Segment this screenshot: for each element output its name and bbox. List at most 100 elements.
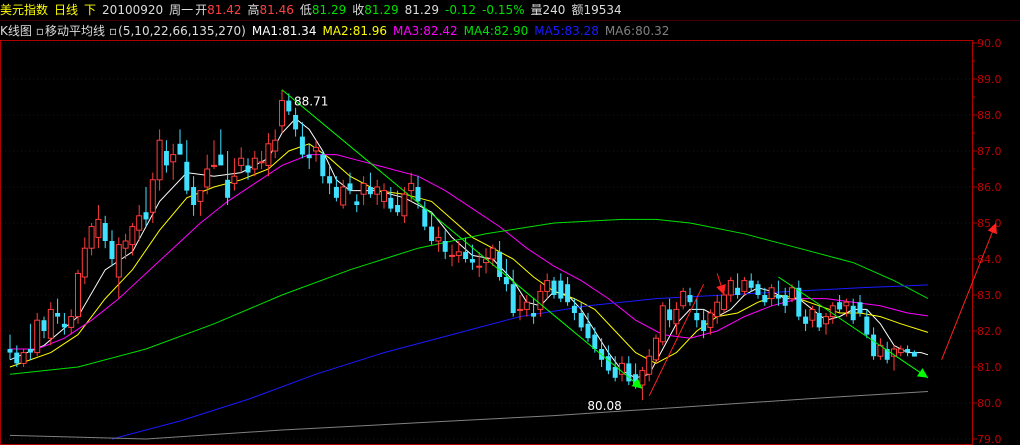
period-label[interactable]: 日线 bbox=[54, 3, 78, 17]
candle-up bbox=[714, 301, 721, 318]
candle-up bbox=[115, 244, 122, 278]
candle-down bbox=[612, 367, 618, 378]
candle-up bbox=[408, 182, 415, 192]
candle-up bbox=[238, 157, 245, 166]
high-label: 高 bbox=[247, 3, 260, 17]
low-value: 81.29 bbox=[311, 3, 347, 17]
candle-up bbox=[489, 247, 496, 260]
candle-up bbox=[272, 139, 279, 152]
chart-type-label[interactable]: K线图 bbox=[0, 24, 32, 38]
candle-down bbox=[551, 280, 557, 295]
candle-down bbox=[245, 165, 251, 173]
candle-up bbox=[523, 301, 530, 310]
candle-down bbox=[667, 309, 673, 321]
candle-up bbox=[897, 348, 904, 354]
candle-up bbox=[517, 308, 523, 311]
candle-up bbox=[721, 294, 727, 310]
candle-down bbox=[422, 208, 428, 227]
candle-up bbox=[768, 287, 775, 300]
candle-up bbox=[707, 312, 714, 328]
indicator-name[interactable]: 移动平均线 bbox=[45, 24, 105, 38]
candle-down bbox=[7, 349, 13, 353]
candle-up bbox=[374, 186, 381, 195]
candle-up bbox=[95, 218, 102, 238]
candle-down bbox=[14, 352, 20, 364]
candle-up bbox=[170, 154, 177, 163]
candle-down bbox=[347, 183, 353, 191]
candle-up bbox=[476, 265, 483, 268]
candle-down bbox=[762, 295, 768, 303]
candle-up bbox=[211, 164, 217, 167]
candle-down bbox=[354, 201, 360, 205]
candle-down bbox=[687, 295, 693, 303]
candle-down bbox=[102, 223, 108, 241]
candle-up bbox=[47, 308, 54, 339]
candle-down bbox=[109, 241, 115, 259]
amount-value: 19534 bbox=[583, 3, 622, 17]
candle-up bbox=[809, 308, 816, 321]
date-value: 20100920 bbox=[102, 3, 164, 17]
y-tick-label: 87.0 bbox=[977, 145, 1002, 158]
candle-down bbox=[578, 313, 584, 328]
candle-up bbox=[265, 143, 272, 166]
candlestick-chart[interactable]: 90.089.088.087.086.085.084.083.082.081.0… bbox=[0, 0, 1020, 445]
candle-down bbox=[61, 323, 67, 328]
candle-down bbox=[735, 287, 741, 295]
candle-down bbox=[558, 280, 564, 299]
candle-down bbox=[429, 226, 435, 241]
candle-up bbox=[381, 190, 387, 202]
candle-down bbox=[911, 351, 917, 357]
candle-down bbox=[748, 280, 754, 288]
open-value: 81.42 bbox=[207, 3, 242, 17]
candle-down bbox=[27, 349, 33, 353]
close-label: 收 bbox=[352, 3, 365, 17]
symbol-name[interactable]: 美元指数 bbox=[0, 3, 48, 17]
open-label: 开 bbox=[195, 3, 208, 17]
candle-up bbox=[34, 319, 41, 354]
candle-up bbox=[20, 352, 27, 364]
candle-down bbox=[571, 305, 577, 313]
candle-up bbox=[88, 226, 95, 249]
candle-down bbox=[701, 320, 707, 331]
candle-up bbox=[231, 175, 238, 184]
candle-down bbox=[585, 323, 591, 339]
high-value: 81.46 bbox=[259, 3, 294, 17]
indicator-params: (5,10,22,66,135,270) bbox=[118, 24, 246, 38]
candle-up bbox=[258, 161, 265, 164]
candle-down bbox=[388, 197, 394, 209]
candle-down bbox=[837, 302, 843, 310]
candle-down bbox=[218, 154, 224, 166]
candle-up bbox=[843, 301, 850, 307]
candle-up bbox=[401, 193, 408, 217]
y-tick-label: 84.0 bbox=[977, 253, 1002, 266]
candle-down bbox=[442, 241, 448, 252]
candle-up bbox=[673, 308, 680, 325]
indicator-settings-icon[interactable]: ▫ bbox=[109, 24, 117, 38]
candle-up bbox=[136, 215, 143, 231]
candle-down bbox=[143, 212, 149, 220]
y-tick-label: 81.0 bbox=[977, 361, 1002, 374]
y-tick-label: 89.0 bbox=[977, 73, 1002, 86]
indicator-toggle-icon[interactable]: ▫ bbox=[36, 24, 44, 38]
candle-up bbox=[122, 240, 129, 249]
candle-up bbox=[156, 139, 163, 181]
candle-up bbox=[340, 186, 347, 206]
candle-up bbox=[81, 247, 88, 278]
candle-down bbox=[469, 259, 475, 263]
candle-up bbox=[449, 254, 455, 257]
ma1-label: MA1:81.34 bbox=[251, 24, 317, 38]
candle-down bbox=[177, 143, 183, 155]
candle-up bbox=[659, 305, 666, 343]
change-pct-value: -0.15% bbox=[482, 3, 525, 17]
candle-down bbox=[415, 187, 421, 202]
y-tick-label: 79.0 bbox=[977, 433, 1002, 445]
trend-line bbox=[778, 276, 929, 379]
candle-down bbox=[531, 313, 537, 317]
candle-up bbox=[251, 157, 258, 170]
ma3-label: MA3:82.42 bbox=[393, 24, 458, 38]
volume-label: 量 bbox=[530, 3, 543, 17]
candle-up bbox=[823, 316, 829, 325]
candle-down bbox=[503, 277, 509, 285]
candle-up bbox=[646, 355, 653, 375]
candle-down bbox=[592, 334, 598, 349]
